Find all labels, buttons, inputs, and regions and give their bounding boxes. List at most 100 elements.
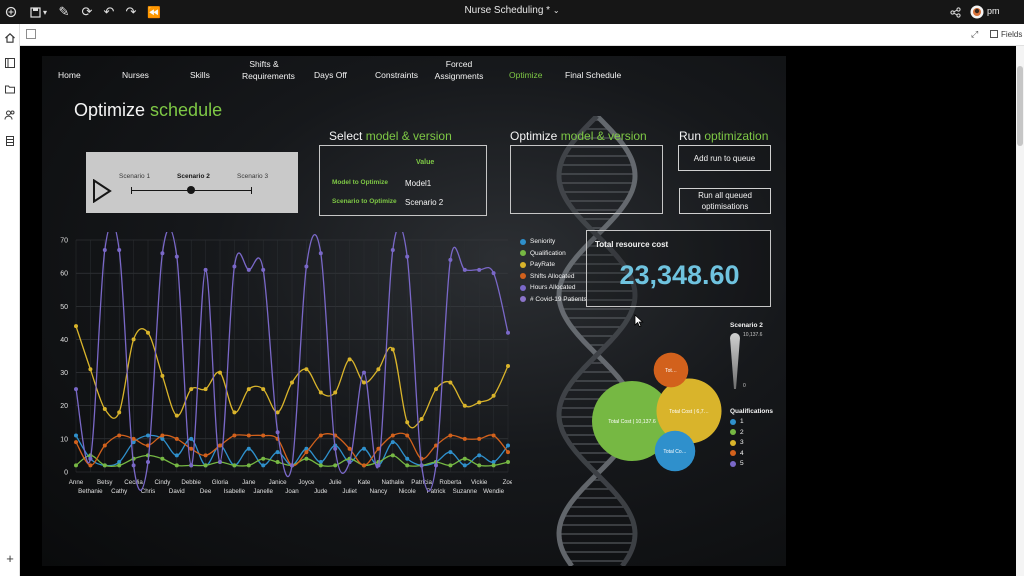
data-point-payrate[interactable] [304, 367, 309, 372]
data-point-seniority[interactable] [275, 450, 280, 455]
data-point-qualification[interactable] [275, 460, 280, 465]
data-point-seniority[interactable] [405, 456, 410, 461]
data-point-seniority[interactable] [189, 436, 194, 441]
data-point-payrate[interactable] [102, 407, 107, 412]
data-point-hours-allocated[interactable] [218, 460, 222, 465]
avatar[interactable] [968, 3, 986, 21]
data-point-hours-allocated[interactable] [88, 456, 93, 461]
data-point-payrate[interactable] [462, 403, 467, 408]
data-point-qualification[interactable] [390, 453, 395, 458]
folder-icon[interactable] [2, 81, 18, 97]
data-point-shifts-allocated[interactable] [232, 433, 237, 438]
data-point-qualification[interactable] [491, 463, 496, 468]
data-point-payrate[interactable] [362, 380, 366, 385]
data-point-seniority[interactable] [74, 433, 78, 438]
data-point-shifts-allocated[interactable] [74, 440, 78, 445]
data-point-payrate[interactable] [347, 357, 352, 362]
data-point-shifts-allocated[interactable] [246, 433, 251, 438]
data-point-seniority[interactable] [506, 443, 510, 448]
data-point-seniority[interactable] [362, 446, 366, 451]
data-point-payrate[interactable] [419, 416, 424, 421]
nav-shifts-requirements[interactable]: Shifts & Requirements [242, 58, 295, 82]
data-point-payrate[interactable] [131, 337, 136, 342]
legend-item-covid-patients[interactable]: # Covid-19 Patients [520, 294, 587, 306]
data-point-shifts-allocated[interactable] [390, 433, 395, 438]
save-menu-chevron-icon[interactable]: ▾ [40, 3, 50, 21]
data-point-shifts-allocated[interactable] [506, 450, 510, 455]
nav-home[interactable]: Home [58, 69, 81, 81]
data-point-qualification[interactable] [318, 463, 323, 468]
data-point-hours-allocated[interactable] [74, 387, 78, 392]
data-point-shifts-allocated[interactable] [102, 443, 107, 448]
data-point-qualification[interactable] [232, 463, 237, 468]
data-point-payrate[interactable] [146, 330, 150, 335]
fields-icon[interactable] [990, 30, 998, 38]
data-point-shifts-allocated[interactable] [261, 433, 266, 438]
data-point-hours-allocated[interactable] [462, 267, 467, 272]
data-point-shifts-allocated[interactable] [347, 446, 352, 451]
data-point-payrate[interactable] [246, 387, 251, 392]
data-point-payrate[interactable] [390, 347, 395, 352]
edit-pencil-icon[interactable]: ✎ [55, 3, 73, 21]
add-run-to-queue-button[interactable]: Add run to queue [678, 145, 771, 171]
data-point-payrate[interactable] [477, 400, 482, 405]
qualification-legend-item-2[interactable]: 2 [730, 427, 773, 438]
data-point-hours-allocated[interactable] [304, 264, 309, 269]
data-point-qualification[interactable] [405, 463, 410, 468]
data-point-hours-allocated[interactable] [174, 254, 179, 259]
data-point-hours-allocated[interactable] [333, 446, 338, 451]
data-point-hours-allocated[interactable] [318, 251, 323, 256]
home-icon[interactable] [2, 30, 18, 46]
data-point-payrate[interactable] [218, 370, 222, 375]
data-point-hours-allocated[interactable] [131, 463, 136, 468]
user-name[interactable]: pm [987, 6, 1000, 16]
data-point-qualification[interactable] [74, 463, 78, 468]
data-point-seniority[interactable] [261, 463, 266, 468]
data-point-qualification[interactable] [174, 463, 179, 468]
nav-final-schedule[interactable]: Final Schedule [565, 69, 621, 81]
data-point-qualification[interactable] [506, 460, 510, 465]
nav-optimize[interactable]: Optimize [509, 69, 543, 81]
data-point-hours-allocated[interactable] [290, 463, 294, 468]
data-point-payrate[interactable] [74, 324, 78, 329]
vertical-scrollbar[interactable] [1016, 46, 1024, 576]
rewind-icon[interactable]: ⏪ [145, 3, 163, 21]
data-point-payrate[interactable] [376, 367, 381, 372]
legend-item-payrate[interactable]: PayRate [520, 259, 587, 271]
data-point-hours-allocated[interactable] [405, 254, 410, 259]
data-point-seniority[interactable] [462, 463, 467, 468]
data-point-hours-allocated[interactable] [347, 460, 352, 465]
report-title[interactable]: Nurse Scheduling * [464, 5, 550, 16]
redo-icon[interactable]: ↷ [122, 3, 140, 21]
fields-label[interactable]: Fields [1001, 30, 1022, 39]
data-point-hours-allocated[interactable] [117, 247, 122, 252]
data-point-hours-allocated[interactable] [434, 463, 438, 468]
refresh-icon[interactable]: ⟳ [78, 3, 96, 21]
data-point-shifts-allocated[interactable] [362, 463, 366, 468]
page-thumbnail-icon[interactable] [26, 29, 36, 39]
data-point-hours-allocated[interactable] [376, 463, 381, 468]
data-point-shifts-allocated[interactable] [218, 443, 222, 448]
data-point-payrate[interactable] [189, 387, 194, 392]
data-point-hours-allocated[interactable] [506, 330, 510, 335]
data-point-payrate[interactable] [491, 393, 496, 398]
scenario-slider-handle[interactable] [187, 186, 195, 194]
data-point-payrate[interactable] [405, 420, 410, 425]
data-point-payrate[interactable] [448, 380, 453, 385]
data-point-qualification[interactable] [102, 463, 107, 468]
play-icon[interactable] [92, 179, 112, 203]
data-point-hours-allocated[interactable] [491, 271, 496, 276]
data-point-qualification[interactable] [246, 463, 251, 468]
data-point-payrate[interactable] [434, 387, 438, 392]
legend-item-qualification[interactable]: Qualification [520, 248, 587, 260]
legend-item-hours-allocated[interactable]: Hours Allocated [520, 282, 587, 294]
data-point-shifts-allocated[interactable] [88, 463, 93, 468]
data-point-hours-allocated[interactable] [203, 267, 208, 272]
data-point-hours-allocated[interactable] [246, 267, 251, 272]
data-point-hours-allocated[interactable] [390, 247, 395, 252]
data-point-shifts-allocated[interactable] [318, 433, 323, 438]
data-point-payrate[interactable] [88, 367, 93, 372]
run-all-queued-button[interactable]: Run all queued optimisations [679, 188, 771, 214]
qualification-legend-item-5[interactable]: 5 [730, 459, 773, 470]
data-point-seniority[interactable] [477, 453, 482, 458]
